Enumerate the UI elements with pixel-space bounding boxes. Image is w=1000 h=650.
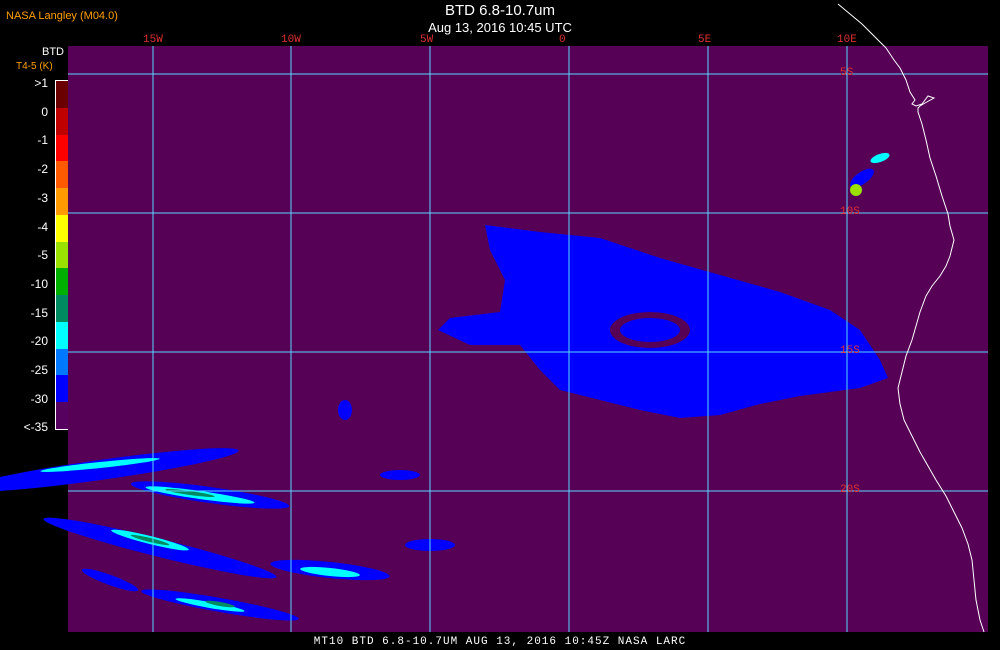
satellite-map (0, 3, 988, 633)
cloud-gap-fill (620, 318, 680, 342)
longitude-label: 10W (281, 34, 301, 46)
cloud-patch-core (850, 184, 862, 196)
longitude-label: 15W (143, 34, 163, 46)
cloud-band (338, 400, 352, 420)
longitude-label: 0 (559, 34, 566, 46)
cloud-band (380, 470, 420, 480)
latitude-label: 20S (840, 484, 860, 496)
latitude-label: 15S (840, 345, 860, 357)
longitude-label: 10E (837, 34, 857, 46)
longitude-label: 5E (698, 34, 712, 46)
footer-caption: MT10 BTD 6.8-10.7UM AUG 13, 2016 10:45Z … (313, 636, 687, 648)
longitude-label: 5W (420, 34, 434, 46)
latitude-label: 5S (840, 67, 854, 79)
latitude-label: 10S (840, 206, 860, 218)
